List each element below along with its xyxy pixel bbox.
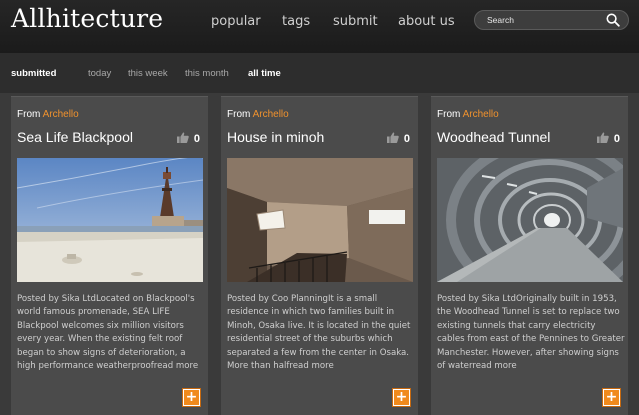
post-source: From Archello <box>17 109 79 120</box>
filter-submitted[interactable]: submitted <box>11 68 56 79</box>
author-link[interactable]: Archello <box>43 109 79 120</box>
post-image[interactable] <box>227 158 413 282</box>
like-counter[interactable]: 0 <box>176 132 200 145</box>
post-image[interactable] <box>437 158 623 282</box>
like-count: 0 <box>403 133 410 145</box>
post-excerpt: Posted by Sika LtdOriginally built in 19… <box>437 294 625 372</box>
filter-this-week[interactable]: this week <box>128 68 168 79</box>
from-label: From <box>17 109 41 120</box>
add-button[interactable]: + <box>603 389 620 406</box>
nav-about-us[interactable]: about us <box>398 14 455 29</box>
from-label: From <box>437 109 461 120</box>
thumbs-up-icon <box>386 132 399 143</box>
time-filter-bar: submitted today this week this month all… <box>0 53 639 93</box>
post-title[interactable]: Sea Life Blackpool <box>17 129 133 145</box>
from-label: From <box>227 109 251 120</box>
post-card: From Archello House in minoh 0 Posted by… <box>221 96 418 415</box>
author-link[interactable]: Archello <box>463 109 499 120</box>
site-logo[interactable]: Allhitecture <box>11 4 163 33</box>
post-excerpt: Posted by Coo PlanningIt is a small resi… <box>227 294 411 372</box>
add-button[interactable]: + <box>393 389 410 406</box>
thumbs-up-icon <box>176 132 189 143</box>
post-image[interactable] <box>17 158 203 282</box>
post-card: From Archello Sea Life Blackpool 0 Poste… <box>11 96 208 415</box>
post-source: From Archello <box>227 109 289 120</box>
thumbs-up-icon <box>596 132 609 143</box>
filter-this-month[interactable]: this month <box>185 68 229 79</box>
like-counter[interactable]: 0 <box>596 132 620 145</box>
filter-today[interactable]: today <box>88 68 111 79</box>
post-source: From Archello <box>437 109 499 120</box>
like-count: 0 <box>193 133 200 145</box>
search-input[interactable] <box>487 12 602 28</box>
like-count: 0 <box>613 133 620 145</box>
search-icon[interactable] <box>606 13 620 27</box>
author-link[interactable]: Archello <box>253 109 289 120</box>
post-title[interactable]: Woodhead Tunnel <box>437 129 550 145</box>
post-title[interactable]: House in minoh <box>227 129 324 145</box>
nav-tags[interactable]: tags <box>282 14 310 29</box>
add-button[interactable]: + <box>183 389 200 406</box>
filter-all-time[interactable]: all time <box>248 68 281 79</box>
search-box <box>474 10 629 30</box>
site-header: Allhitecture popular tags submit about u… <box>0 0 639 53</box>
post-excerpt: Posted by Sika LtdLocated on Blackpool's… <box>17 294 199 372</box>
nav-popular[interactable]: popular <box>211 14 261 29</box>
like-counter[interactable]: 0 <box>386 132 410 145</box>
post-card: From Archello Woodhead Tunnel 0 Posted b… <box>431 96 628 415</box>
nav-submit[interactable]: submit <box>333 14 378 29</box>
